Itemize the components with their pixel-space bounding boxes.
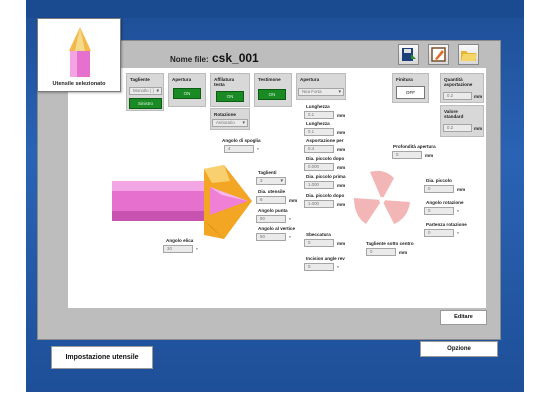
dia-piccolo-dopo2-unit: mm xyxy=(337,202,346,207)
dia-piccolo-dopo-field[interactable]: 0.000 xyxy=(304,163,334,171)
affilatura-label: Affilatura testa xyxy=(214,77,235,88)
group-valore: Valore standard xyxy=(440,105,484,137)
angolo-punta-field[interactable]: 90 xyxy=(256,215,286,223)
lunghezza1-field[interactable]: 0.1 xyxy=(304,111,334,119)
angolo-spoglia-field[interactable]: 4 xyxy=(224,145,254,153)
taglienti-label: Taglienti xyxy=(258,170,277,175)
angolo-rotazione-unit: ° xyxy=(457,209,459,214)
rotazione-label: Rotazione xyxy=(214,112,236,117)
sbeccatura-field[interactable]: 0 xyxy=(304,239,334,247)
dia-piccolo-label: Dia. piccolo xyxy=(426,178,452,183)
apertura-tipo-select[interactable]: Nea Forta xyxy=(298,88,344,96)
cutter-end-view-drawing xyxy=(354,170,410,224)
dia-piccolo-prima-field[interactable]: 1.000 xyxy=(304,181,334,189)
taglio-centro-label: Tagliente sotto centro xyxy=(366,241,414,246)
asportazione-label: Asportazione per xyxy=(306,138,344,143)
testimone-label: Testimone xyxy=(258,77,281,82)
angolo-vertice-field[interactable]: 90 xyxy=(256,233,286,241)
lunghezza2-label: Lunghezza xyxy=(306,121,330,126)
open-folder-button[interactable] xyxy=(458,44,479,65)
editare-button[interactable]: Editare xyxy=(440,310,487,325)
partenza-rotazione-label: Partenza rotazione xyxy=(426,222,467,227)
partenza-rotazione-field[interactable]: 0 xyxy=(424,229,454,237)
apertura-toggle[interactable]: ON xyxy=(173,88,201,99)
partenza-rotazione-unit: ° xyxy=(457,231,459,236)
tool-thumbnail-icon xyxy=(69,27,91,77)
angolo-elica-field[interactable]: 30 xyxy=(163,245,193,253)
quantita-unit: mm xyxy=(474,94,483,99)
angolo-punta-unit: ° xyxy=(289,217,291,222)
lunghezza2-field[interactable]: 0.1 xyxy=(304,128,334,136)
testimone-toggle[interactable]: ON xyxy=(258,89,286,100)
lunghezza1-unit: mm xyxy=(337,113,346,118)
angolo-punta-label: Angolo punta xyxy=(258,208,288,213)
valore-unit: mm xyxy=(474,126,483,131)
dia-piccolo-field[interactable]: 0 xyxy=(424,185,454,193)
finitura-toggle[interactable]: OFF xyxy=(396,86,425,99)
profondita-label: Profondità apertura xyxy=(393,144,436,149)
lunghezza2-unit: mm xyxy=(337,130,346,135)
apertura-tipo-label: Apertura xyxy=(300,77,320,82)
quantita-label: Quantità asportazione xyxy=(444,77,473,88)
file-name-label: Nome file: xyxy=(170,55,209,64)
incision-angle-unit: ° xyxy=(337,265,339,270)
finitura-label: Finitura xyxy=(396,77,413,82)
dia-piccolo-dopo-label: Dia. piccolo dopo xyxy=(306,156,345,161)
dia-piccolo-prima-label: Dia. piccolo prima xyxy=(306,174,346,179)
angolo-rotazione-label: Angolo rotazione xyxy=(426,200,464,205)
valore-field[interactable]: 0.2 xyxy=(443,124,472,132)
profondita-field[interactable]: 0 xyxy=(392,151,422,159)
dia-piccolo-dopo-unit: mm xyxy=(337,165,346,170)
sbeccatura-label: Sbeccatura xyxy=(306,232,331,237)
incision-angle-field[interactable]: 0 xyxy=(304,263,334,271)
lunghezza1-label: Lunghezza xyxy=(306,104,330,109)
save-icon xyxy=(402,48,416,61)
dia-piccolo-dopo2-label: Dia. piccolo dopo xyxy=(306,193,345,198)
taglienti-select[interactable]: 3 xyxy=(256,177,286,185)
dia-piccolo-prima-unit: mm xyxy=(337,183,346,188)
profondita-unit: mm xyxy=(425,153,434,158)
impostazione-utensile-button[interactable]: Impostazione utensile xyxy=(51,346,153,369)
angolo-spoglia-label: Angolo di spoglia xyxy=(222,138,261,143)
opzione-button[interactable]: Opzione xyxy=(420,341,498,357)
tagliente-select[interactable]: Monotlo ( ) → xyxy=(129,87,162,95)
save-button[interactable] xyxy=(398,44,419,65)
asportazione-field[interactable]: 0.4 xyxy=(304,145,334,153)
selected-tool-thumbnail[interactable]: Utensile selezionato xyxy=(37,18,121,92)
angolo-rotazione-field[interactable]: 0 xyxy=(424,207,454,215)
tagliente-side-button[interactable]: Sinistro xyxy=(129,98,162,109)
taglio-centro-unit: mm xyxy=(399,250,408,255)
countersink-tool-drawing xyxy=(112,165,252,239)
taglio-centro-field[interactable]: 0 xyxy=(366,248,396,256)
sbeccatura-unit: mm xyxy=(337,241,346,246)
angolo-spoglia-unit: ° xyxy=(257,147,259,152)
affilatura-toggle[interactable]: ON xyxy=(216,91,244,102)
open-folder-icon xyxy=(461,51,477,61)
file-name: csk_001 xyxy=(212,51,259,65)
tagliente-label: Tagliente xyxy=(130,77,150,82)
edit-button[interactable] xyxy=(428,44,449,65)
apertura-label: Apertura xyxy=(172,77,192,82)
dia-utensile-field[interactable]: 6 xyxy=(256,196,286,204)
dia-utensile-unit: mm xyxy=(289,198,298,203)
dia-utensile-label: Dia. utensile xyxy=(258,189,286,194)
edit-icon xyxy=(431,47,446,62)
dia-piccolo-unit: mm xyxy=(457,187,466,192)
thumbnail-label: Utensile selezionato xyxy=(52,81,106,87)
asportazione-unit: mm xyxy=(337,147,346,152)
top-bar xyxy=(26,0,524,18)
angolo-vertice-label: Angolo al vertice xyxy=(258,226,296,231)
dia-piccolo-dopo2-field[interactable]: 1.000 xyxy=(304,200,334,208)
valore-label: Valore standard xyxy=(444,109,464,120)
quantita-field[interactable]: 0.2 xyxy=(443,92,472,100)
angolo-elica-unit: ° xyxy=(196,247,198,252)
rotazione-select[interactable]: Antiorario xyxy=(212,119,248,127)
incision-angle-label: Incision angle rev xyxy=(306,256,345,261)
angolo-vertice-unit: ° xyxy=(289,235,291,240)
